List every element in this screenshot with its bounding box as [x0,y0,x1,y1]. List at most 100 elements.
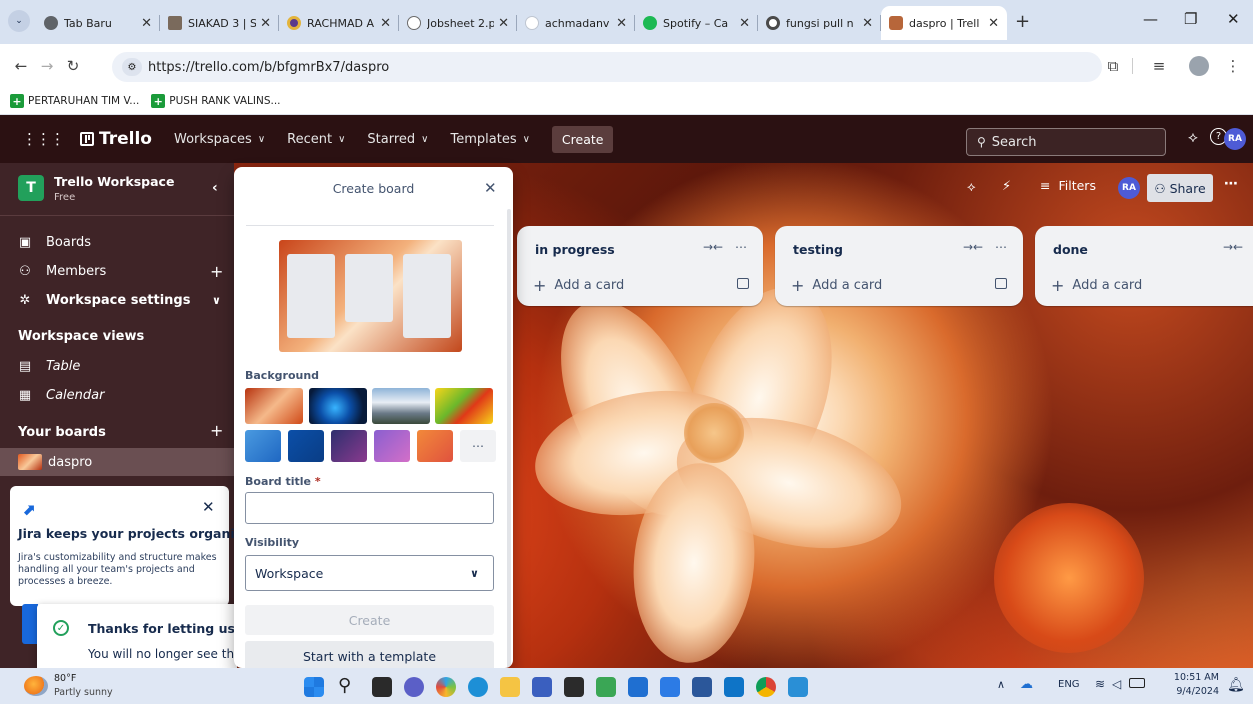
visual-studio-icon[interactable] [532,677,552,697]
forward-arrow-icon[interactable]: → [34,57,60,75]
create-button[interactable]: Create [551,125,614,153]
sidebar-item-members[interactable]: ⚇ Members + [0,257,234,285]
tab-search-chevron-icon[interactable]: ⌄ [8,10,30,32]
app-switcher-grid-icon[interactable]: ⋮⋮⋮ [22,130,65,148]
sidebar-board-daspro[interactable]: daspro [0,448,234,476]
card-template-icon[interactable] [737,278,749,289]
chat-icon[interactable] [404,677,424,697]
minimize-icon[interactable]: — [1143,10,1158,28]
background-option-flowers[interactable] [245,388,303,424]
back-arrow-icon[interactable]: ← [8,57,34,75]
color-swatch-navy[interactable] [288,430,324,462]
edge-icon[interactable] [468,677,488,697]
background-option-mountain[interactable] [372,388,430,424]
add-card-button[interactable]: + Add a card [533,276,624,295]
profile-avatar[interactable] [1189,56,1209,76]
close-popover-icon[interactable]: ✕ [484,179,497,197]
outlook-icon[interactable] [660,677,680,697]
browser-tab[interactable]: RACHMAD A ✕ [279,6,399,40]
browser-tab[interactable]: Tab Baru ✕ [36,6,160,40]
notification-bell-icon[interactable]: 🔔︎ [1227,677,1245,693]
create-board-button[interactable]: Create [245,605,494,635]
notifications-megaphone-icon[interactable]: ⟡ [1188,128,1198,146]
browser-tab[interactable]: achmadanv ✕ [517,6,635,40]
list-menu-ellipsis-icon[interactable]: ⋯ [995,240,1007,254]
minecraft-icon[interactable] [596,677,616,697]
browser-tab-active[interactable]: daspro | Trell ✕ [881,6,1007,40]
list-in-progress[interactable]: in progress →← ⋯ + Add a card [517,226,763,306]
color-swatch-orange[interactable] [417,430,453,462]
trello-logo[interactable]: Trello [80,129,152,149]
add-card-button[interactable]: + Add a card [791,276,882,295]
terminal-icon[interactable] [564,677,584,697]
share-button[interactable]: ⚇ Share [1147,174,1213,202]
list-title[interactable]: in progress [535,242,615,257]
nav-recent[interactable]: Recent ∨ [287,132,345,147]
close-tab-icon[interactable]: ✕ [260,16,271,31]
close-promo-icon[interactable]: ✕ [202,498,215,516]
close-tab-icon[interactable]: ✕ [862,16,873,31]
chrome-menu-icon[interactable]: ⋮ [1220,57,1246,75]
filters-button[interactable]: ≡ Filters [1040,178,1096,193]
bookmark-item[interactable]: + PERTARUHAN TIM V... [10,94,139,108]
list-menu-ellipsis-icon[interactable]: ⋯ [735,240,747,254]
site-info-icon[interactable]: ⚙ [122,58,142,76]
browser-tab[interactable]: SIAKAD 3 | Si ✕ [160,6,279,40]
word-icon[interactable] [692,677,712,697]
new-tab-plus-icon[interactable]: + [1015,11,1030,32]
restore-icon[interactable]: ❐ [1184,10,1197,28]
bookmark-item[interactable]: + PUSH RANK VALINS... [151,94,281,108]
reading-list-icon[interactable]: ≡ [1146,57,1172,75]
list-testing[interactable]: testing →← ⋯ + Add a card [775,226,1023,306]
extensions-icon[interactable]: ⧉ [1100,57,1126,75]
windows-start-icon[interactable] [304,677,324,697]
mail-icon[interactable] [628,677,648,697]
jira-try-button-edge[interactable] [22,604,38,644]
browser-tab[interactable]: Jobsheet 2.p ✕ [399,6,517,40]
nav-templates[interactable]: Templates ∨ [451,132,530,147]
volume-icon[interactable]: ◁ [1112,677,1121,691]
list-title[interactable]: testing [793,242,843,257]
color-swatch-purple[interactable] [331,430,367,462]
add-member-plus-icon[interactable]: + [210,262,223,281]
language-indicator[interactable]: ENG [1058,679,1080,690]
file-explorer-icon[interactable] [500,677,520,697]
nav-workspaces[interactable]: Workspaces ∨ [174,132,265,147]
board-member-avatar[interactable]: RA [1118,177,1140,199]
start-with-template-button[interactable]: Start with a template [245,641,494,668]
battery-icon[interactable] [1129,678,1145,688]
close-tab-icon[interactable]: ✕ [988,16,999,31]
collapse-list-icon[interactable]: →← [963,240,983,254]
list-done[interactable]: done →← + Add a card [1035,226,1253,306]
reload-icon[interactable]: ↻ [60,57,86,75]
nav-starred[interactable]: Starred ∨ [367,132,428,147]
automation-lightning-icon[interactable]: ⚡ [1002,179,1011,194]
close-tab-icon[interactable]: ✕ [498,16,509,31]
background-option-colorful[interactable] [435,388,493,424]
taskbar-search-icon[interactable]: ⚲ [338,677,358,697]
browser-tab[interactable]: Spotify – Ca ✕ [635,6,758,40]
background-option-abstract[interactable] [309,388,367,424]
photos-icon[interactable] [788,677,808,697]
collapse-list-icon[interactable]: →← [1223,240,1243,254]
collapse-sidebar-chevron-icon[interactable]: ‹ [212,180,218,196]
weather-sun-cloud-icon[interactable] [24,676,48,696]
tray-overflow-chevron-icon[interactable]: ∧ [997,678,1005,691]
close-tab-icon[interactable]: ✕ [616,16,627,31]
vscode-icon[interactable] [724,677,744,697]
chrome-icon[interactable] [756,677,776,697]
search-input[interactable]: ⚲ Search [966,128,1166,156]
color-swatch-blue[interactable] [245,430,281,462]
cloud-sync-icon[interactable]: ☁ [1020,677,1033,692]
sidebar-item-workspace-settings[interactable]: ✲ Workspace settings ∨ [0,286,234,314]
copilot-icon[interactable] [436,677,456,697]
close-tab-icon[interactable]: ✕ [380,16,391,31]
add-card-button[interactable]: + Add a card [1051,276,1142,295]
wifi-icon[interactable]: ≋ [1095,677,1105,691]
card-template-icon[interactable] [995,278,1007,289]
close-window-icon[interactable]: ✕ [1227,10,1240,28]
clock-time[interactable]: 10:51 AM [1163,672,1219,683]
close-tab-icon[interactable]: ✕ [141,16,152,31]
close-tab-icon[interactable]: ✕ [739,16,750,31]
board-menu-ellipsis-icon[interactable]: ⋯ [1224,176,1238,192]
